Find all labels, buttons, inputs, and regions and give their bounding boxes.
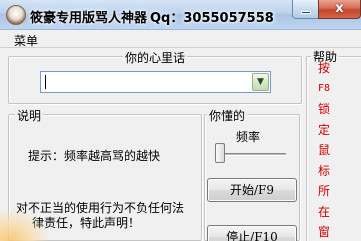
start-button[interactable]: 开始/F9 (207, 178, 297, 202)
window-title: 筱豪专用版骂人神器 (30, 11, 148, 26)
help-char: 窗 (317, 225, 330, 239)
frequency-label: 频率 (236, 130, 261, 144)
close-icon: x (335, 1, 344, 16)
frequency-hint-text: 提示：频率越高骂的越快 (28, 149, 161, 163)
help-char: 所 (317, 184, 330, 198)
text-caret (45, 75, 46, 89)
help-text-column: 按 F8 锁 定 鼠 标 所 在 窗 (314, 58, 334, 241)
heart-words-legend: 你的心里话 (123, 49, 188, 66)
help-char: 按 (317, 61, 330, 75)
help-char: 定 (317, 122, 330, 137)
frequency-slider-thumb[interactable] (215, 143, 225, 163)
app-avatar-icon (6, 5, 26, 25)
chevron-down-icon[interactable]: ▼ (252, 73, 269, 91)
help-char: F8 (317, 82, 331, 94)
you-know-legend: 你懂的 (207, 107, 248, 124)
minimize-icon (301, 11, 311, 14)
qq-number: Qq：3055057558 (150, 11, 274, 26)
menu-item-menu[interactable]: 菜单 (14, 32, 38, 49)
corner-logo-watermark (0, 208, 50, 241)
minimize-button[interactable] (292, 0, 319, 19)
stop-button[interactable]: 停止/F10 (207, 225, 297, 241)
help-char: 鼠 (317, 143, 330, 157)
close-button[interactable]: x (318, 0, 361, 19)
help-char: 在 (317, 204, 330, 219)
menu-bar: 菜单 (0, 30, 361, 48)
heart-words-combobox[interactable]: ▼ (40, 71, 271, 93)
frequency-slider-track[interactable] (216, 153, 286, 156)
client-area: 你的心里话 ▼ 说明 提示：频率越高骂的越快 对不正当的使用行为不负任何法 律责… (0, 48, 361, 241)
help-char: 标 (317, 163, 330, 178)
title-bar: 筱豪专用版骂人神器 Qq：3055057558 x (0, 0, 361, 30)
help-char: 锁 (317, 102, 330, 116)
explanation-legend: 说明 (15, 107, 44, 124)
